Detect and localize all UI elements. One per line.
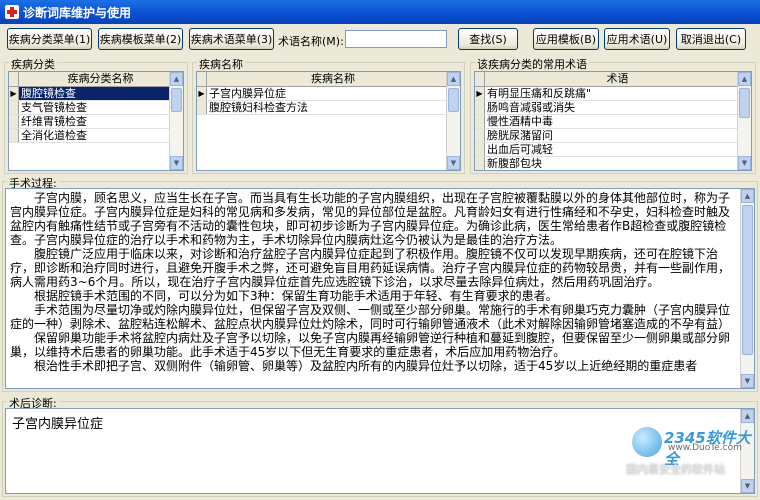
grid-header: 疾病分类名称: [9, 72, 183, 87]
procedure-paragraph: 根据腔镜手术范围的不同，可以分为如下3种：保留生育功能手术适用于年轻、有生育要求…: [34, 289, 558, 303]
term-column-header[interactable]: 术语: [485, 72, 751, 86]
terms-scrollbar[interactable]: ▲ ▼: [737, 72, 751, 170]
term-name-label: 术语名称(M):: [278, 35, 344, 48]
scroll-up-icon[interactable]: ▲: [170, 72, 183, 86]
table-row[interactable]: 支气管镜检查: [9, 101, 183, 115]
search-button[interactable]: 查找(S): [458, 28, 518, 50]
window-title: 诊断词库维护与使用: [23, 5, 132, 20]
scroll-down-icon[interactable]: ▼: [741, 479, 754, 493]
scroll-up-icon[interactable]: ▲: [738, 72, 751, 86]
scroll-down-icon[interactable]: ▼: [738, 156, 751, 170]
row-pointer-icon: ▶: [197, 87, 207, 100]
table-row[interactable]: 新腹部包块: [475, 157, 751, 170]
apply-term-button[interactable]: 应用术语(U): [604, 28, 670, 50]
procedure-text: 子宫内膜，顾名思义，应当生长在子宫。而当具有生长功能的子宫内膜组织，出现在子宫腔…: [6, 189, 754, 375]
disease-column-header[interactable]: 疾病名称: [207, 72, 460, 86]
disease-term-menu-button[interactable]: 疾病术语菜单(3): [189, 28, 274, 50]
common-terms-group-label: 该疾病分类的常用术语: [475, 56, 589, 72]
disease-name-group: 疾病名称 疾病名称 ▶ 子宫内膜异位症 腹腔镜妇科检查方法 ▲ ▼: [192, 56, 465, 174]
common-terms-grid[interactable]: 术语 ▶ 有明显压痛和反跳痛" 肠鸣音减弱或消失 慢性酒精中毒 膀胱尿潴留问 出血…: [474, 71, 752, 171]
procedure-paragraph: 子宫内膜，顾名思义，应当生长在子宫。而当具有生长功能的子宫内膜组织，出现在子宫腔…: [10, 191, 731, 247]
watermark-url: www.DuoTe.com: [668, 443, 742, 453]
scroll-thumb[interactable]: [448, 88, 459, 112]
scroll-up-icon[interactable]: ▲: [741, 409, 754, 423]
disease-scrollbar[interactable]: ▲ ▼: [446, 72, 460, 170]
disease-category-group-label: 疾病分类: [9, 56, 57, 72]
category-scrollbar[interactable]: ▲ ▼: [169, 72, 183, 170]
scroll-down-icon[interactable]: ▼: [447, 156, 460, 170]
table-row[interactable]: 肠鸣音减弱或消失: [475, 101, 751, 115]
disease-category-group: 疾病分类 疾病分类名称 ▶ 腹腔镜检查 支气管镜检查 纤维胃镜检查 全消化道检查 …: [4, 56, 188, 174]
procedure-paragraph: 保留卵巢功能手术将盆腔内病灶及子宫予以切除，以免子宫内膜再经输卵管逆行种植和蔓延…: [10, 331, 731, 359]
table-row[interactable]: 全消化道检查: [9, 129, 183, 143]
procedure-paragraph: 腹腔镜广泛应用于临床以来，对诊断和治疗盆腔子宫内膜异位症起到了积极作用。腹腔镜不…: [10, 247, 731, 289]
watermark-globe-icon: [632, 427, 662, 457]
scroll-thumb[interactable]: [739, 88, 750, 118]
procedure-paragraph: 手术范围为尽量切净或灼除内膜异位灶，但保留子宫及双侧、一侧或至少部分卵巢。常施行…: [10, 303, 731, 331]
table-row[interactable]: 腹腔镜妇科检查方法: [197, 101, 460, 115]
disease-category-menu-button[interactable]: 疾病分类菜单(1): [7, 28, 92, 50]
table-row[interactable]: ▶ 腹腔镜检查: [9, 87, 183, 101]
watermark-slogan: 国内最安全的软件站: [626, 463, 725, 476]
table-row[interactable]: 膀胱尿潴留问: [475, 129, 751, 143]
procedure-scrollbar[interactable]: ▲ ▼: [740, 189, 754, 388]
scroll-down-icon[interactable]: ▼: [741, 374, 754, 388]
table-row[interactable]: ▶ 子宫内膜异位症: [197, 87, 460, 101]
category-column-header[interactable]: 疾病分类名称: [19, 72, 183, 86]
table-row[interactable]: 慢性酒精中毒: [475, 115, 751, 129]
scroll-thumb[interactable]: [742, 205, 753, 355]
apply-template-button[interactable]: 应用模板(B): [533, 28, 599, 50]
scroll-up-icon[interactable]: ▲: [741, 189, 754, 203]
disease-name-grid[interactable]: 疾病名称 ▶ 子宫内膜异位症 腹腔镜妇科检查方法 ▲ ▼: [196, 71, 461, 171]
common-terms-group: 该疾病分类的常用术语 术语 ▶ 有明显压痛和反跳痛" 肠鸣音减弱或消失 慢性酒精中…: [470, 56, 756, 174]
grid-header: 疾病名称: [197, 72, 460, 87]
procedure-paragraph: 根治性手术即把子宫、双侧附件（输卵管、卵巢等）及盆腔内所有的内膜异位灶予以切除，…: [34, 359, 698, 373]
scroll-thumb[interactable]: [171, 88, 182, 112]
toolbar: 疾病分类菜单(1) 疾病模板菜单(2) 疾病术语菜单(3) 术语名称(M): 查…: [0, 25, 760, 53]
table-row[interactable]: 纤维胃镜检查: [9, 115, 183, 129]
term-name-input[interactable]: [345, 30, 447, 48]
scroll-up-icon[interactable]: ▲: [447, 72, 460, 86]
table-row[interactable]: 出血后可减轻: [475, 143, 751, 157]
row-pointer-icon: ▶: [475, 87, 485, 100]
scroll-down-icon[interactable]: ▼: [170, 156, 183, 170]
grid-header: 术语: [475, 72, 751, 87]
title-bar[interactable]: 诊断词库维护与使用: [0, 0, 760, 24]
disease-category-grid[interactable]: 疾病分类名称 ▶ 腹腔镜检查 支气管镜检查 纤维胃镜检查 全消化道检查 ▲ ▼: [8, 71, 184, 171]
watermark: 2345软件大全 www.DuoTe.com 国内最安全的软件站: [618, 425, 760, 480]
table-row[interactable]: ▶ 有明显压痛和反跳痛": [475, 87, 751, 101]
disease-template-menu-button[interactable]: 疾病模板菜单(2): [98, 28, 183, 50]
cancel-exit-button[interactable]: 取消退出(C): [676, 28, 746, 50]
disease-name-group-label: 疾病名称: [197, 56, 245, 72]
app-cross-icon: [5, 5, 19, 19]
procedure-group: 手术过程: 子宫内膜，顾名思义，应当生长在子宫。而当具有生长功能的子宫内膜组织，…: [2, 175, 758, 392]
procedure-textarea[interactable]: 子宫内膜，顾名思义，应当生长在子宫。而当具有生长功能的子宫内膜组织，出现在子宫腔…: [5, 188, 755, 389]
row-pointer-icon: ▶: [9, 87, 19, 100]
